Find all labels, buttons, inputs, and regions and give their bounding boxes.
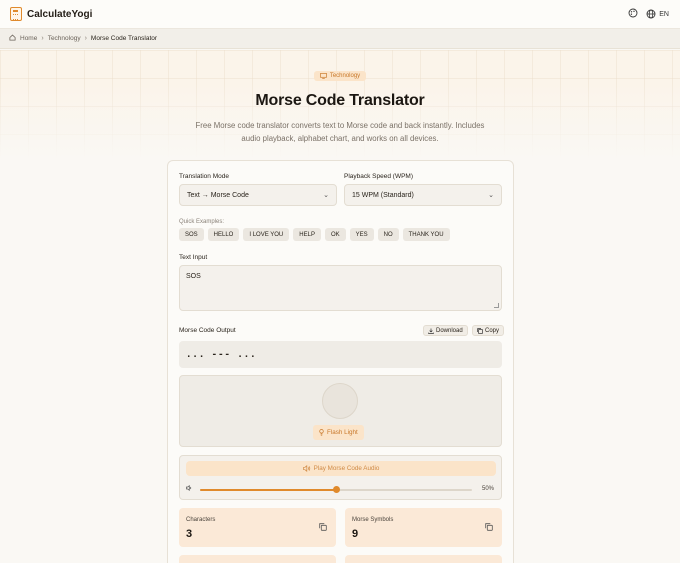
example-chip[interactable]: SOS [179,228,204,241]
characters-stat: Characters 3 [179,508,336,547]
chevron-right-icon: › [41,35,44,42]
volume-slider-thumb[interactable] [332,486,340,493]
audio-panel: Play Morse Code Audio 50% [179,455,502,500]
breadcrumb-current: Morse Code Translator [90,35,158,42]
copy-icon[interactable] [485,523,493,531]
play-audio-label: Play Morse Code Audio [313,465,380,472]
stat-label: Characters [186,517,216,523]
flash-indicator [322,383,358,419]
flash-light-button[interactable]: Flash Light [313,425,364,440]
category-tag: Technology [313,71,367,81]
example-chip[interactable]: YES [349,228,374,241]
download-icon [428,328,434,334]
translator-card: Translation Mode Text → Morse Code ⌄ Pla… [167,160,514,563]
category-tag-label: Technology [329,73,361,79]
copy-icon [477,327,483,334]
example-chip[interactable]: I LOVE YOU [243,228,290,241]
volume-value: 50% [481,486,494,492]
lightbulb-icon [319,429,324,436]
volume-slider-fill [200,489,336,491]
chevron-down-icon: ⌄ [323,192,329,199]
play-audio-button[interactable]: Play Morse Code Audio [186,461,496,476]
morse-output: ... --- ... [179,341,502,368]
page-description: Free Morse code translator converts text… [195,121,485,143]
speed-label: Playback Speed (WPM) [344,173,413,180]
text-input[interactable]: SOS [179,265,502,311]
example-chip[interactable]: THANK YOU [402,228,450,241]
home-icon [9,34,16,43]
morse-symbols-stat: Morse Symbols 9 [345,508,502,547]
example-chip[interactable]: HELLO [207,228,240,241]
stat-card [345,555,502,563]
page-title: Morse Code Translator [255,92,425,109]
flash-light-panel: Flash Light [179,375,502,447]
copy-label: Copy [485,327,500,334]
hero: Technology Morse Code Translator Free Mo… [0,66,680,145]
quick-examples-label: Quick Examples: [179,219,225,225]
brand-link[interactable]: CalculateYogi [10,7,92,21]
language-switcher[interactable]: EN [646,9,669,19]
stat-value: 3 [186,528,193,540]
mode-label: Translation Mode [179,173,229,180]
volume-slider[interactable] [200,486,472,493]
globe-icon [646,9,656,19]
chevron-right-icon: › [84,35,87,42]
volume-icon [186,484,193,493]
breadcrumb: Home › Technology › Morse Code Translato… [0,29,680,49]
text-input-value: SOS [186,273,201,280]
resize-handle[interactable] [494,303,499,308]
mode-value: Text → Morse Code [187,191,249,199]
breadcrumb-home[interactable]: Home [20,35,37,42]
chevron-down-icon: ⌄ [488,192,494,199]
calculator-logo-icon [10,7,22,21]
palette-icon[interactable] [628,8,638,20]
playback-speed-select[interactable]: 15 WPM (Standard) ⌄ [344,184,502,206]
stat-label: Morse Symbols [352,517,394,523]
top-bar: CalculateYogi EN [0,0,680,29]
copy-icon[interactable] [319,523,327,531]
flash-light-label: Flash Light [327,429,358,436]
brand-name: CalculateYogi [27,8,93,20]
speaker-icon [302,465,310,472]
monitor-icon [319,73,327,79]
download-button[interactable]: Download [423,325,468,336]
breadcrumb-technology[interactable]: Technology [48,35,81,42]
example-chip[interactable]: NO [377,228,399,241]
copy-button[interactable]: Copy [472,325,505,336]
example-chip[interactable]: OK [324,228,346,241]
quick-examples: SOS HELLO I LOVE YOU HELP OK YES NO THAN… [179,228,450,241]
output-label: Morse Code Output [179,327,236,334]
speed-value: 15 WPM (Standard) [352,191,414,199]
stat-value: 9 [352,528,359,540]
example-chip[interactable]: HELP [293,228,321,241]
download-label: Download [436,327,463,334]
text-input-label: Text Input [179,254,208,261]
stat-card [179,555,336,563]
translation-mode-select[interactable]: Text → Morse Code ⌄ [179,184,337,206]
language-code: EN [659,10,669,18]
